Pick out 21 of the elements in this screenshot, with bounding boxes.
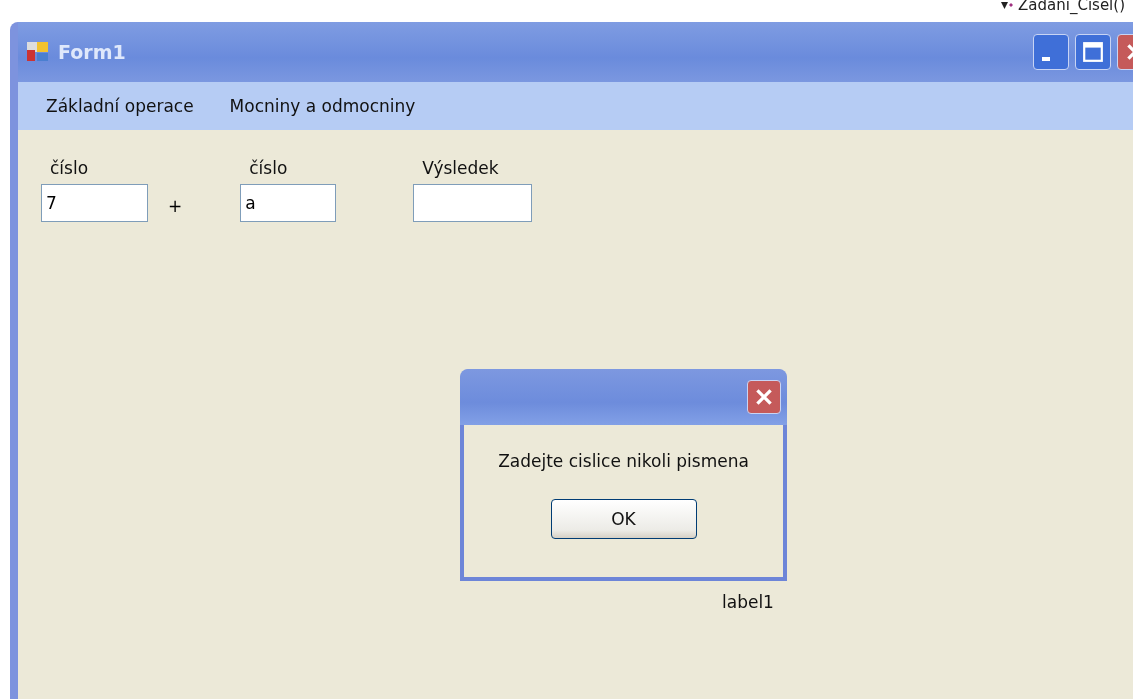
message-text: Zadejte cislice nikoli pismena [497,451,750,471]
close-icon [753,386,775,408]
member-icon [1000,0,1015,10]
app-icon [26,41,50,63]
operator-label: + [168,196,183,218]
window-title: Form1 [58,41,126,63]
menu-item[interactable]: Mocniny a odmocniny [225,92,420,120]
status-label: label1 [722,592,774,612]
input-field[interactable]: 7 [41,184,148,222]
minimize-icon [1042,57,1050,61]
ok-button[interactable]: OK [550,499,697,539]
input-field[interactable]: a [240,184,337,222]
dialog-close-button[interactable] [747,380,781,414]
field-label: Výsledek [421,158,500,178]
input-field[interactable] [413,184,533,222]
field-label: číslo [49,158,90,178]
maximize-icon [1082,41,1104,63]
maximize-button[interactable] [1075,34,1111,70]
field-label: číslo [248,158,289,178]
minimize-button[interactable] [1033,34,1069,70]
menu-item[interactable]: Základní operace [42,92,198,120]
